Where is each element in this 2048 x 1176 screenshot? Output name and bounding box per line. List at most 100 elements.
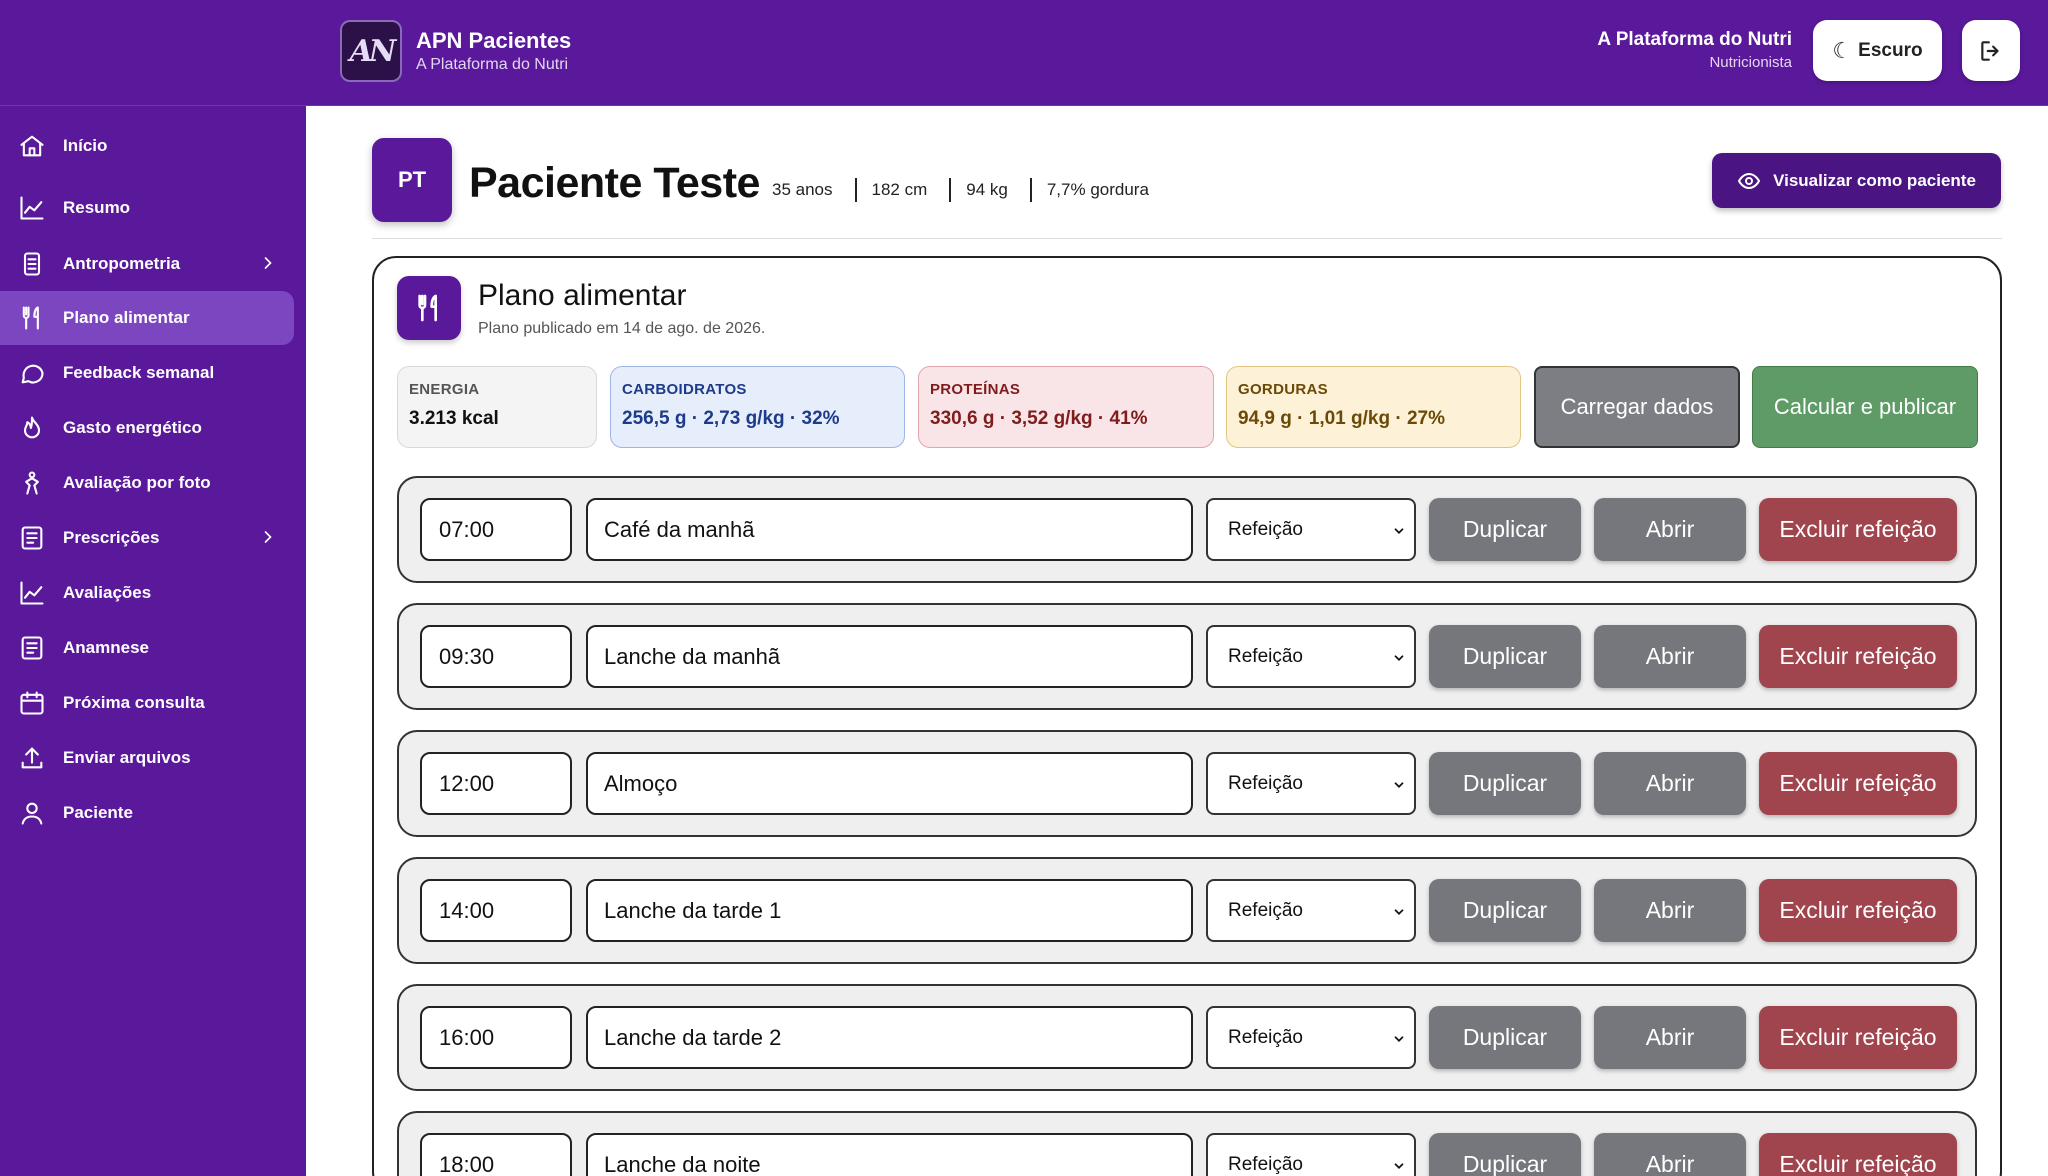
sidebar-item-anamnese[interactable]: Anamnese (0, 621, 294, 675)
sidebar-item-feedback-semanal[interactable]: Feedback semanal (0, 346, 294, 400)
user-info: A Plataforma do Nutri Nutricionista (1597, 28, 1792, 74)
top-bar: AN APN Pacientes A Plataforma do Nutri A… (0, 0, 2048, 106)
delete-meal-button[interactable]: Excluir refeição (1759, 879, 1957, 942)
flame-icon (17, 413, 47, 443)
calendar-icon (17, 688, 47, 718)
duplicate-meal-button[interactable]: Duplicar (1429, 1133, 1581, 1176)
meal-time-input[interactable]: 16:00 (420, 1006, 572, 1069)
meal-name-input[interactable]: Lanche da tarde 2 (586, 1006, 1193, 1069)
patient-name: Paciente Teste (469, 159, 760, 207)
delete-meal-button[interactable]: Excluir refeição (1759, 498, 1957, 561)
open-meal-button[interactable]: Abrir (1594, 1133, 1746, 1176)
patient-age: 35 anos (772, 180, 833, 199)
delete-meal-button[interactable]: Excluir refeição (1759, 1133, 1957, 1176)
sidebar-item-label: Gasto energético (63, 418, 202, 437)
meal-name-input[interactable]: Lanche da noite (586, 1133, 1193, 1176)
open-meal-button[interactable]: Abrir (1594, 752, 1746, 815)
list-icon (17, 523, 47, 553)
macro-prot-value: 330,6 g · 3,52 g/kg · 41% (930, 408, 1148, 429)
meal-type-value: Refeição (1228, 1026, 1303, 1048)
macro-energia-value: 3.213 kcal (409, 408, 499, 429)
meal-time-input[interactable]: 14:00 (420, 879, 572, 942)
meal-time-input[interactable]: 12:00 (420, 752, 572, 815)
chevron-down-icon (1394, 528, 1404, 534)
sidebar-item-avaliacao-por-foto[interactable]: Avaliação por foto (0, 456, 294, 510)
chevron-down-icon (1394, 782, 1404, 788)
header-divider (372, 238, 2002, 239)
brand[interactable]: AN APN Pacientes A Plataforma do Nutri (340, 20, 571, 82)
sidebar-item-avaliacoes[interactable]: Avaliações (0, 566, 294, 620)
app-subtitle: A Plataforma do Nutri (416, 56, 569, 73)
upload-icon (17, 743, 47, 773)
open-meal-button[interactable]: Abrir (1594, 498, 1746, 561)
theme-label: Escuro (1858, 39, 1923, 61)
meal-name-input[interactable]: Café da manhã (586, 498, 1193, 561)
sidebar-item-plano-alimentar[interactable]: Plano alimentar (0, 291, 294, 345)
stat-divider (854, 178, 857, 202)
meal-type-select[interactable]: Refeição (1206, 879, 1416, 942)
chevron-down-icon (1394, 1163, 1404, 1169)
theme-toggle-button[interactable]: ☾ Escuro (1813, 20, 1942, 81)
home-icon (17, 131, 47, 161)
logo-text: AN (349, 33, 397, 69)
delete-meal-button[interactable]: Excluir refeição (1759, 625, 1957, 688)
calculate-publish-button[interactable]: Calcular e publicar (1752, 366, 1978, 448)
meal-type-select[interactable]: Refeição (1206, 498, 1416, 561)
stat-divider (1029, 178, 1032, 202)
macro-gorduras: GORDURAS 94,9 g · 1,01 g/kg · 27% (1226, 366, 1521, 448)
chevron-down-icon (1394, 909, 1404, 915)
duplicate-meal-button[interactable]: Duplicar (1429, 498, 1581, 561)
delete-meal-button[interactable]: Excluir refeição (1759, 1006, 1957, 1069)
meal-name-input[interactable]: Lanche da manhã (586, 625, 1193, 688)
meal-row: 14:00 Lanche da tarde 1 Refeição Duplicar Ab… (397, 857, 1977, 964)
person-icon (17, 468, 47, 498)
chevron-right-icon (264, 257, 272, 269)
user-role: Nutricionista (1709, 54, 1792, 71)
sidebar-item-label: Resumo (63, 198, 131, 217)
open-meal-button[interactable]: Abrir (1594, 625, 1746, 688)
meal-time-input[interactable]: 07:00 (420, 498, 572, 561)
plan-title: Plano alimentar (478, 279, 687, 312)
sidebar-item-label: Prescrições (63, 528, 160, 547)
meal-type-select[interactable]: Refeição (1206, 625, 1416, 688)
sidebar-item-enviar-arquivos[interactable]: Enviar arquivos (0, 731, 294, 785)
chat-icon (17, 358, 47, 388)
delete-meal-button[interactable]: Excluir refeição (1759, 752, 1957, 815)
meal-type-value: Refeição (1228, 1153, 1303, 1175)
chevron-down-icon (1394, 1036, 1404, 1042)
meal-type-select[interactable]: Refeição (1206, 752, 1416, 815)
stat-divider (949, 178, 952, 202)
logout-button[interactable] (1962, 20, 2020, 81)
sidebar-item-paciente[interactable]: Paciente (0, 786, 294, 840)
open-meal-button[interactable]: Abrir (1594, 879, 1746, 942)
macro-gord-value: 94,9 g · 1,01 g/kg · 27% (1238, 408, 1445, 429)
meal-type-select[interactable]: Refeição (1206, 1133, 1416, 1176)
open-meal-button[interactable]: Abrir (1594, 1006, 1746, 1069)
sidebar-item-gasto-energetico[interactable]: Gasto energético (0, 401, 294, 455)
duplicate-meal-button[interactable]: Duplicar (1429, 1006, 1581, 1069)
sidebar-item-antropometria[interactable]: Antropometria (0, 237, 294, 291)
meal-time-input[interactable]: 09:30 (420, 625, 572, 688)
moon-icon: ☾ (1832, 37, 1853, 63)
meal-name-input[interactable]: Lanche da tarde 1 (586, 879, 1193, 942)
duplicate-meal-button[interactable]: Duplicar (1429, 879, 1581, 942)
view-as-patient-button[interactable]: Visualizar como paciente (1712, 153, 2001, 208)
eye-icon (1738, 172, 1761, 189)
meal-time-input[interactable]: 18:00 (420, 1133, 572, 1176)
macro-energia-label: ENERGIA (409, 381, 480, 398)
sidebar-item-resumo[interactable]: Resumo (0, 181, 294, 235)
load-data-button[interactable]: Carregar dados (1534, 366, 1740, 448)
sidebar-item-label: Paciente (63, 803, 133, 822)
sidebar-item-label: Antropometria (63, 254, 181, 273)
sidebar-item-inicio[interactable]: Início (0, 119, 294, 173)
duplicate-meal-button[interactable]: Duplicar (1429, 625, 1581, 688)
list-icon (17, 633, 47, 663)
sidebar-item-proxima-consulta[interactable]: Próxima consulta (0, 676, 294, 730)
meal-name-input[interactable]: Almoço (586, 752, 1193, 815)
sidebar-item-label: Anamnese (63, 638, 149, 657)
meal-type-value: Refeição (1228, 518, 1303, 540)
app-title: APN Pacientes (416, 28, 572, 53)
sidebar-item-prescricoes[interactable]: Prescrições (0, 511, 294, 565)
duplicate-meal-button[interactable]: Duplicar (1429, 752, 1581, 815)
meal-type-select[interactable]: Refeição (1206, 1006, 1416, 1069)
